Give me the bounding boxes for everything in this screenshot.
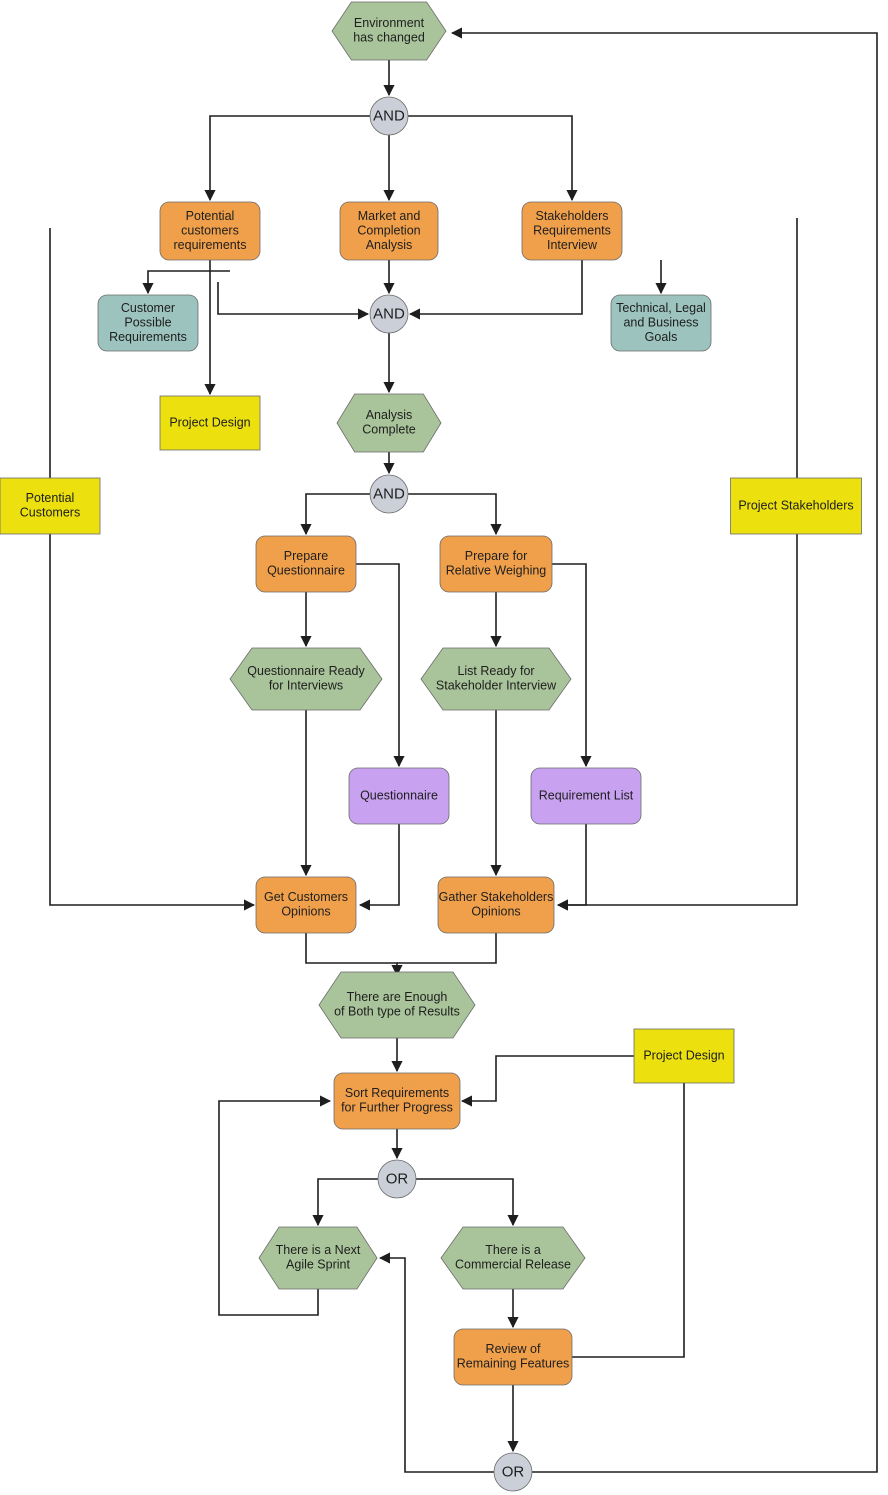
node-label: Complete	[362, 423, 416, 437]
node-label: customers	[181, 223, 239, 237]
node-stakeholders-requirements-interview[interactable]: StakeholdersRequirementsInterview	[521, 201, 623, 261]
node-environment-has-changed[interactable]: Environmenthas changed	[331, 1, 447, 61]
node-label: requirements	[174, 238, 247, 252]
edge-stakeholders-requirements-interview--to--and2	[408, 260, 583, 320]
node-label: Review of	[486, 1342, 541, 1356]
edge-and3--to--prepare-for-relative-weighing	[408, 493, 502, 536]
node-label: Commercial Release	[455, 1258, 571, 1272]
node-analysis-complete[interactable]: AnalysisComplete	[336, 393, 442, 453]
gate-label: OR	[502, 1463, 525, 1480]
node-there-are-enough-of-both-type-of-results[interactable]: There are Enoughof Both type of Results	[318, 971, 476, 1039]
node-there-is-a-commercial-release[interactable]: There is aCommercial Release	[440, 1226, 586, 1290]
node-label: Goals	[645, 330, 678, 344]
edge-and3--to--prepare-questionnaire	[300, 493, 370, 536]
node-label: Technical, Legal	[616, 301, 706, 315]
node-label: Gather Stakeholders	[439, 890, 554, 904]
node-label: Project Stakeholders	[738, 498, 853, 512]
node-review-of-remaining-features[interactable]: Review ofRemaining Features	[453, 1328, 573, 1386]
node-list-ready-for-stakeholder-interview[interactable]: List Ready forStakeholder Interview	[420, 647, 572, 711]
node-label: for Further Progress	[341, 1101, 453, 1115]
node-label: Questionnaire	[360, 788, 438, 802]
node-there-is-a-next-agile-sprint[interactable]: There is a NextAgile Sprint	[258, 1226, 378, 1290]
gate-label: AND	[373, 305, 405, 322]
node-label: Prepare for	[465, 549, 528, 563]
node-label: Interview	[547, 238, 598, 252]
gate-label: AND	[373, 485, 405, 502]
node-label: Questionnaire Ready	[247, 664, 365, 678]
node-customer-possible-requirements[interactable]: CustomerPossibleRequirements	[97, 294, 199, 352]
node-label: Remaining Features	[457, 1357, 570, 1371]
node-label: Analysis	[366, 238, 413, 252]
node-label: Opinions	[281, 905, 330, 919]
node-get-customers-opinions[interactable]: Get CustomersOpinions	[255, 876, 357, 934]
node-label: Customers	[20, 506, 80, 520]
gate-and3[interactable]: AND	[369, 474, 409, 514]
gate-or2[interactable]: OR	[493, 1452, 533, 1492]
node-prepare-questionnaire[interactable]: PrepareQuestionnaire	[255, 535, 357, 593]
flowchart-svg: Environmenthas changedPotentialcustomers…	[0, 1, 878, 1492]
node-label: Project Design	[643, 1048, 724, 1062]
node-questionnaire[interactable]: Questionnaire	[348, 767, 450, 825]
node-potential-customers[interactable]: PotentialCustomers	[0, 477, 101, 535]
node-label: Potential	[26, 491, 75, 505]
node-label: Stakeholders	[536, 209, 609, 223]
node-sort-requirements-for-further-progress[interactable]: Sort Requirementsfor Further Progress	[333, 1072, 461, 1130]
node-label: Possible	[124, 315, 171, 329]
edge-and1--to--stakeholders-requirements-interview	[408, 115, 578, 202]
edge-or1--to--there-is-a-next-agile-sprint	[312, 1178, 378, 1227]
node-project-design-bottom[interactable]: Project Design	[633, 1028, 735, 1084]
node-label: There is a Next	[276, 1243, 361, 1257]
node-label: Requirements	[533, 223, 611, 237]
node-label: Project Design	[169, 415, 250, 429]
node-label: Environment	[354, 16, 425, 30]
edge-requirement-list--to--gather-stakeholders-opinions	[556, 824, 587, 911]
node-label: Requirement List	[539, 788, 634, 802]
gate-label: OR	[386, 1170, 409, 1187]
edge-questionnaire--to--get-customers-opinions	[358, 824, 400, 911]
node-label: Potential	[186, 209, 235, 223]
node-project-design-top[interactable]: Project Design	[159, 395, 261, 451]
node-label: Get Customers	[264, 890, 348, 904]
node-label: for Interviews	[269, 679, 343, 693]
edge-potential-customers-requirements--to--and2	[217, 282, 370, 320]
edge-or1--to--there-is-a-commercial-release	[416, 1178, 519, 1227]
edge-project-design-bottom--to--review-of-remaining-features	[572, 1083, 685, 1358]
node-label: Market and	[358, 209, 421, 223]
node-label: Completion	[357, 223, 420, 237]
node-label: and Business	[623, 315, 698, 329]
edge-and1--to--potential-customers-requirements	[204, 115, 370, 202]
node-prepare-for-relative-weighing[interactable]: Prepare forRelative Weighing	[439, 535, 553, 593]
gate-label: AND	[373, 107, 405, 124]
node-label: Relative Weighing	[446, 564, 547, 578]
node-gather-stakeholders-opinions[interactable]: Gather StakeholdersOpinions	[437, 876, 555, 934]
edge-gather-stakeholders-opinions--to--there-are-enough-of-both-type-of-results	[397, 933, 497, 964]
edge-get-customers-opinions--to--there-are-enough-of-both-type-of-results	[305, 933, 403, 977]
node-potential-customers-requirements[interactable]: Potentialcustomersrequirements	[159, 201, 261, 261]
node-label: Requirements	[109, 330, 187, 344]
node-label: Prepare	[284, 549, 329, 563]
edge-project-design-bottom--to--sort-requirements-for-further-progress	[460, 1055, 634, 1107]
node-requirement-list[interactable]: Requirement List	[530, 767, 642, 825]
node-label: There is a	[485, 1243, 541, 1257]
node-project-stakeholders[interactable]: Project Stakeholders	[730, 477, 862, 535]
gate-or1[interactable]: OR	[377, 1159, 417, 1199]
node-label: There are Enough	[347, 990, 448, 1004]
node-label: Questionnaire	[267, 564, 345, 578]
node-label: Stakeholder Interview	[436, 679, 557, 693]
node-questionnaire-ready-for-interviews[interactable]: Questionnaire Readyfor Interviews	[229, 647, 383, 711]
gate-and2[interactable]: AND	[369, 294, 409, 334]
node-label: Analysis	[366, 408, 413, 422]
node-label: List Ready for	[457, 664, 534, 678]
nodes-layer: Environmenthas changedPotentialcustomers…	[0, 1, 862, 1492]
node-label: Sort Requirements	[345, 1086, 449, 1100]
node-label: has changed	[353, 31, 425, 45]
node-label: Customer	[121, 301, 175, 315]
node-technical-legal-and-business-goals[interactable]: Technical, Legaland BusinessGoals	[610, 294, 712, 352]
node-label: of Both type of Results	[334, 1005, 460, 1019]
node-label: Agile Sprint	[286, 1258, 350, 1272]
gate-and1[interactable]: AND	[369, 96, 409, 136]
node-market-and-completion-analysis[interactable]: Market andCompletionAnalysis	[339, 201, 439, 261]
flowchart-canvas: Environment has changed Potential customers…	[0, 0, 888, 1495]
node-label: Opinions	[471, 905, 520, 919]
